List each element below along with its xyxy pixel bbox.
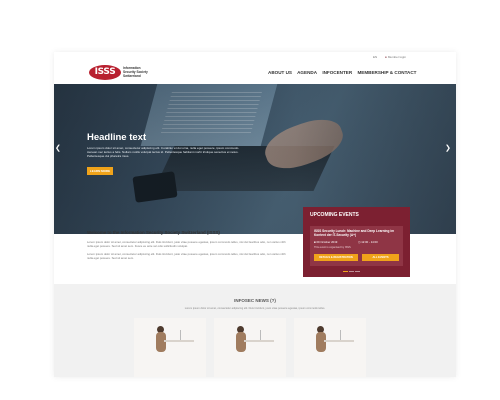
main-nav: ABOUT US AGENDA INFOCENTER MEMBERSHIP & … — [268, 70, 421, 75]
news-card[interactable] — [214, 318, 286, 377]
all-events-button[interactable]: ALL EVENTS — [362, 254, 399, 261]
nav-item-membership-contact[interactable]: MEMBERSHIP & CONTACT — [357, 70, 416, 75]
news-subtitle: Lorem ipsum dolor sit amet, consectetur … — [184, 307, 326, 310]
nav-item-agenda[interactable]: AGENDA — [297, 70, 317, 75]
event-card[interactable]: ISSS Security Lunch: Machine and Deep Le… — [310, 226, 403, 266]
events-title: UPCOMING EVENTS — [310, 212, 359, 218]
logo-text: Information Security Society Switzerland — [123, 66, 153, 79]
pagination-dot[interactable] — [349, 270, 354, 272]
news-image — [214, 318, 286, 377]
pagination-dot[interactable] — [355, 270, 360, 272]
isss-logo[interactable]: ISSS Information Security Society Switze… — [89, 65, 149, 81]
upcoming-events-panel: UPCOMING EVENTS ISSS Security Lunch: Mac… — [303, 207, 410, 277]
event-name: ISSS Security Lunch: Machine and Deep Le… — [314, 229, 395, 238]
welcome-paragraph: Lorem ipsum dolor sit amet, consectetur … — [87, 252, 286, 260]
infosec-news-section: INFOSEC NEWS (?) Lorem ipsum dolor sit a… — [54, 284, 456, 377]
event-note: This event is organised by ISSS — [314, 246, 351, 249]
welcome-paragraph: Lorem ipsum dolor sit amet, consectetur … — [87, 240, 286, 248]
slider-next-icon[interactable]: ❯ — [445, 144, 451, 152]
slider-prev-icon[interactable]: ❮ — [55, 144, 61, 152]
nav-item-infocenter[interactable]: INFOCENTER — [322, 70, 352, 75]
event-pagination — [343, 269, 361, 273]
event-date-value: 09 October 2019 — [316, 240, 338, 244]
news-image — [294, 318, 366, 377]
site-header: ISSS Information Security Society Switze… — [54, 62, 456, 84]
news-card[interactable] — [294, 318, 366, 377]
pagination-dot[interactable] — [343, 270, 348, 272]
news-title: INFOSEC NEWS (?) — [234, 298, 276, 303]
news-image — [134, 318, 206, 377]
details-registration-button[interactable]: DETAILS & REGISTRATION — [314, 254, 358, 261]
member-login-label: Member login — [387, 55, 406, 59]
welcome-section: Welcome to the Information Security Soci… — [87, 230, 287, 264]
browser-page: EN ●Member login ISSS Information Securi… — [54, 52, 456, 377]
hero-text: Lorem ipsum dolor sit amet, consectetur … — [87, 146, 240, 159]
welcome-title: Welcome to the Information Security Soci… — [87, 230, 220, 235]
event-date: ■ 09 October 2019 — [314, 240, 338, 244]
logo-text-line: Switzerland — [123, 74, 141, 79]
language-selector[interactable]: EN — [373, 55, 377, 59]
member-login-link[interactable]: ●Member login — [385, 55, 406, 59]
event-time-value: 12:00 - 14:00 — [361, 240, 378, 244]
lock-icon: ● — [385, 55, 387, 59]
event-time: ◷ 12:00 - 14:00 — [358, 240, 378, 244]
nav-item-about-us[interactable]: ABOUT US — [268, 70, 292, 75]
top-bar: EN ●Member login — [54, 52, 456, 62]
news-card[interactable] — [134, 318, 206, 377]
hero-headline: Headline text — [87, 132, 147, 143]
logo-mark: ISSS — [89, 65, 121, 80]
learn-more-button[interactable]: LEARN MORE — [87, 167, 113, 175]
